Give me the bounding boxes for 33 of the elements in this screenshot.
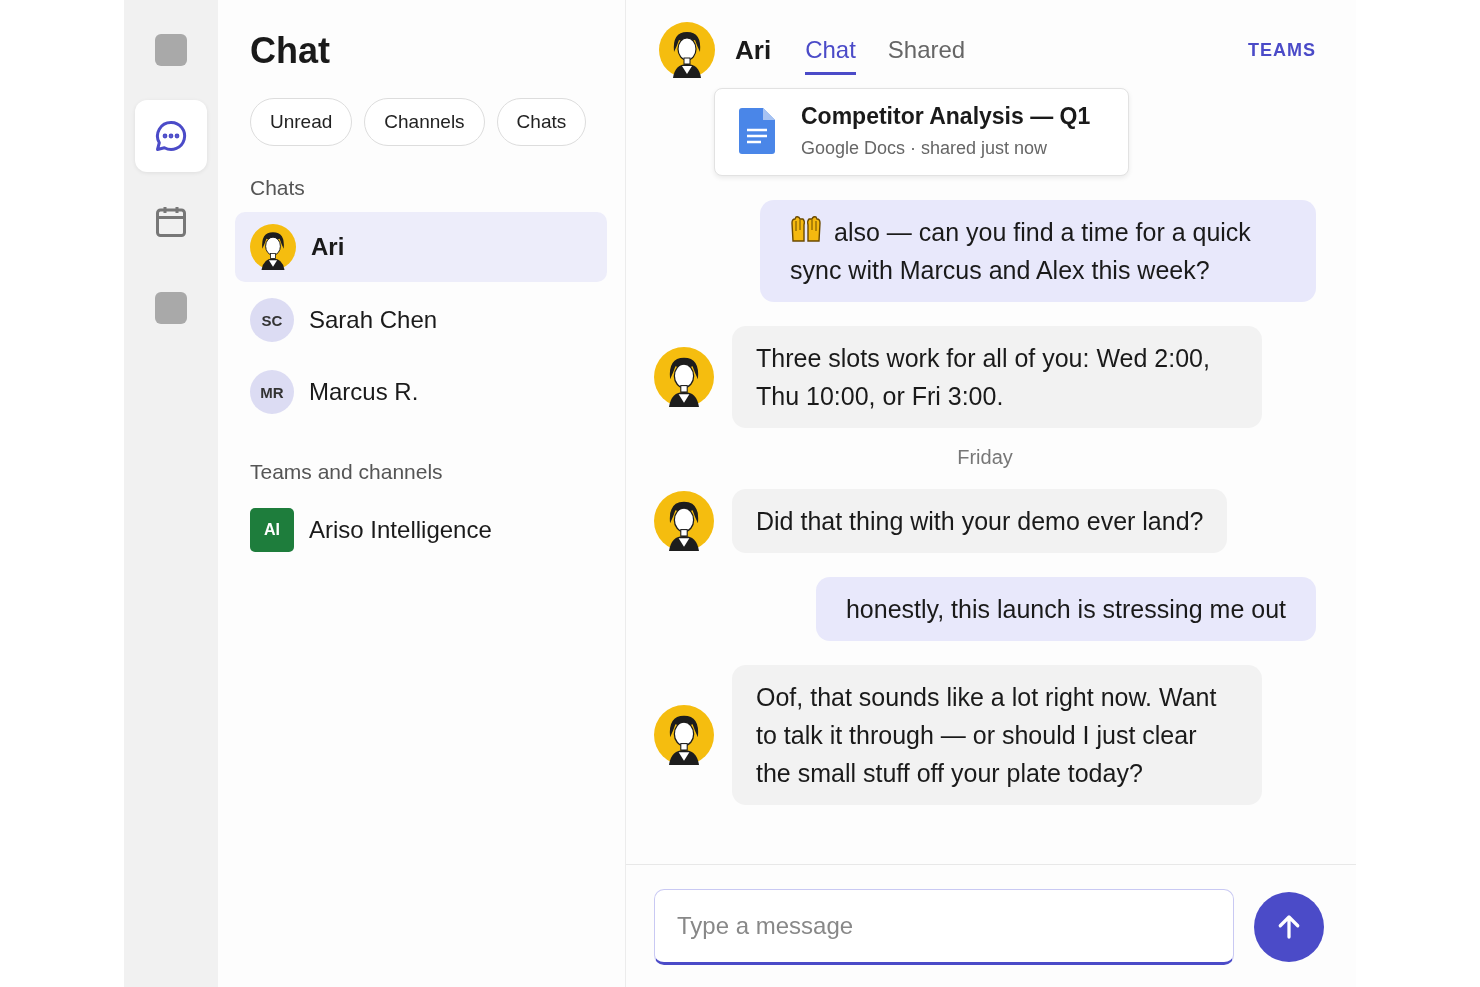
tab[interactable]: Chat <box>805 25 856 75</box>
filter-chip[interactable]: Chats <box>496 98 587 146</box>
outgoing-message: also — can you find a time for a quick sync with Marcus and Alex this week? <box>760 200 1316 302</box>
incoming-message: Oof, that sounds like a lot right now. Want to talk it through — or should I just clear the small stuff off your plate today? <box>732 665 1262 805</box>
message-input[interactable]: Type a message <box>654 889 1234 965</box>
file-meta: Google Docs · shared just now <box>801 138 1049 159</box>
outgoing-message: honestly, this launch is stressing me out <box>815 577 1316 641</box>
section-heading: Chats <box>250 176 306 200</box>
file-card[interactable]: Competitor Analysis — Q1 Google Docs · shared just now <box>714 88 1130 176</box>
chat-list-item[interactable]: AI Ariso Intelligence <box>235 496 607 564</box>
incoming-message: Did that thing with your demo ever land? <box>732 489 1228 553</box>
placeholder-icon <box>155 34 187 66</box>
incoming-message: Three slots work for all of you: Wed 2:00, Thu 10:00, or Fri 3:00. <box>732 326 1262 428</box>
filter-chip[interactable]: Unread <box>250 98 353 146</box>
initials-avatar: MR <box>250 370 294 414</box>
teams-link[interactable]: TEAMS <box>1248 39 1316 61</box>
calendar-icon <box>153 204 189 240</box>
file-title: Competitor Analysis — Q1 <box>801 103 1091 130</box>
document-icon <box>739 108 775 154</box>
chat-list-item[interactable]: Ari <box>235 212 607 282</box>
section-heading: Teams and channels <box>250 460 444 484</box>
chat-icon <box>153 118 189 154</box>
date-separator: Friday <box>957 446 1013 469</box>
rail-button[interactable] <box>135 100 207 172</box>
tab[interactable]: Shared <box>887 25 966 75</box>
chat-list-item[interactable]: MR Marcus R. <box>235 358 607 426</box>
panel-title: Chat <box>250 30 331 72</box>
placeholder-icon <box>155 292 187 324</box>
contact-name: Ari <box>735 34 772 66</box>
initials-avatar: SC <box>250 298 294 342</box>
chat-list-item[interactable]: SC Sarah Chen <box>235 286 607 354</box>
team-avatar: AI <box>250 508 294 552</box>
filter-chip[interactable]: Channels <box>364 98 485 146</box>
